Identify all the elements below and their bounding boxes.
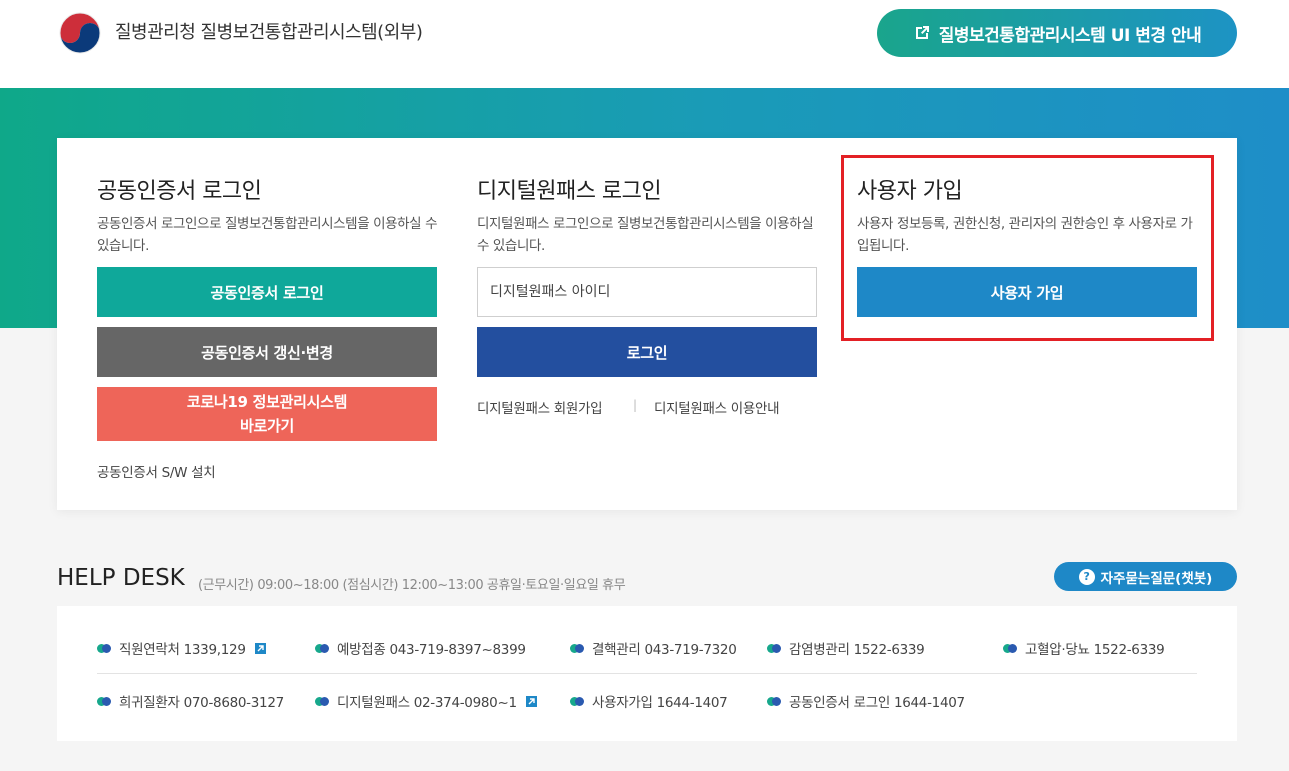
bullet-dots-icon — [570, 696, 584, 706]
signup-description: 사용자 정보등록, 권한신청, 관리자의 권한승인 후 사용자로 가입됩니다. — [857, 216, 1193, 254]
external-link-icon — [915, 26, 929, 39]
contact-item: 직원연락처 1339,129 — [97, 638, 266, 658]
digital-onepass-id-input[interactable] — [477, 267, 817, 317]
covid19-system-button[interactable]: 코로나19 정보관리시스템 바로가기 — [97, 387, 437, 441]
digital-onepass-login-title: 디지털원패스 로그인 — [477, 179, 662, 204]
contact-text: 사용자가입 1644-1407 — [592, 695, 728, 711]
external-link-icon[interactable] — [254, 642, 266, 654]
bullet-dots-icon — [97, 696, 111, 706]
digital-onepass-guide-link[interactable]: 디지털원패스 이용안내 — [654, 397, 780, 417]
top-header: 질병관리청 질병보건통합관리시스템(외부) 질병보건통합관리시스템 UI 변경 … — [0, 0, 1289, 88]
bullet-dots-icon — [315, 696, 329, 706]
ui-change-notice-button[interactable]: 질병보건통합관리시스템 UI 변경 안내 — [877, 9, 1237, 57]
bullet-dots-icon — [767, 696, 781, 706]
helpdesk-hours: (근무시간) 09:00~18:00 (점심시간) 12:00~13:00 공휴… — [198, 578, 626, 593]
external-link-icon[interactable] — [525, 695, 537, 707]
digital-onepass-join-link[interactable]: 디지털원패스 회원가입 — [477, 397, 603, 417]
bullet-dots-icon — [97, 643, 111, 653]
contact-text: 감염병관리 1522-6339 — [789, 642, 925, 658]
cert-login-title: 공동인증서 로그인 — [97, 179, 262, 204]
contact-item: 고혈압·당뇨 1522-6339 — [1003, 638, 1165, 658]
question-icon: ? — [1078, 568, 1095, 585]
covid19-button-line2: 바로가기 — [239, 417, 294, 435]
site-title: 질병관리청 질병보건통합관리시스템(외부) — [115, 22, 423, 43]
contact-text: 희귀질환자 070-8680-3127 — [119, 695, 284, 711]
covid19-button-line1: 코로나19 정보관리시스템 — [186, 393, 348, 411]
digital-onepass-description: 디지털원패스 로그인으로 질병보건통합관리시스템을 이용하실수 있습니다. — [477, 216, 814, 254]
contact-text: 직원연락처 1339,129 — [119, 642, 246, 658]
contact-text: 결핵관리 043-719-7320 — [592, 642, 737, 658]
cert-login-description: 공동인증서 로그인으로 질병보건통합관리시스템을 이용하실 수 있습니다. — [97, 216, 438, 254]
bullet-dots-icon — [1003, 643, 1017, 653]
ui-change-notice-label: 질병보건통합관리시스템 UI 변경 안내 — [938, 25, 1202, 46]
bullet-dots-icon — [570, 643, 584, 653]
helpdesk-divider — [97, 673, 1197, 674]
helpdesk-title: HELP DESK — [57, 565, 185, 591]
cert-sw-install-link[interactable]: 공동인증서 S/W 설치 — [97, 461, 216, 481]
signup-button[interactable]: 사용자 가입 — [857, 267, 1197, 317]
contact-item: 사용자가입 1644-1407 — [570, 691, 728, 711]
contact-item: 공동인증서 로그인 1644-1407 — [767, 691, 965, 711]
digital-onepass-login-button[interactable]: 로그인 — [477, 327, 817, 377]
contact-text: 예방접종 043-719-8397~8399 — [337, 642, 526, 658]
contact-item: 감염병관리 1522-6339 — [767, 638, 925, 658]
contact-text: 고혈압·당뇨 1522-6339 — [1025, 642, 1165, 658]
contact-item: 희귀질환자 070-8680-3127 — [97, 691, 284, 711]
faq-chatbot-button[interactable]: ? 자주묻는질문(챗봇) — [1054, 562, 1237, 591]
contact-text: 공동인증서 로그인 1644-1407 — [789, 695, 965, 711]
contact-item: 결핵관리 043-719-7320 — [570, 638, 737, 658]
cert-renew-button[interactable]: 공동인증서 갱신·변경 — [97, 327, 437, 377]
bullet-dots-icon — [315, 643, 329, 653]
faq-chatbot-label: 자주묻는질문(챗봇) — [1100, 570, 1213, 587]
government-emblem-logo[interactable] — [57, 10, 103, 56]
contact-item: 예방접종 043-719-8397~8399 — [315, 638, 526, 658]
bullet-dots-icon — [767, 643, 781, 653]
contact-item: 디지털원패스 02-374-0980~1 — [315, 691, 537, 711]
cert-login-button[interactable]: 공동인증서 로그인 — [97, 267, 437, 317]
contact-text: 디지털원패스 02-374-0980~1 — [337, 695, 517, 711]
link-separator: | — [633, 398, 638, 412]
signup-title: 사용자 가입 — [857, 179, 963, 204]
